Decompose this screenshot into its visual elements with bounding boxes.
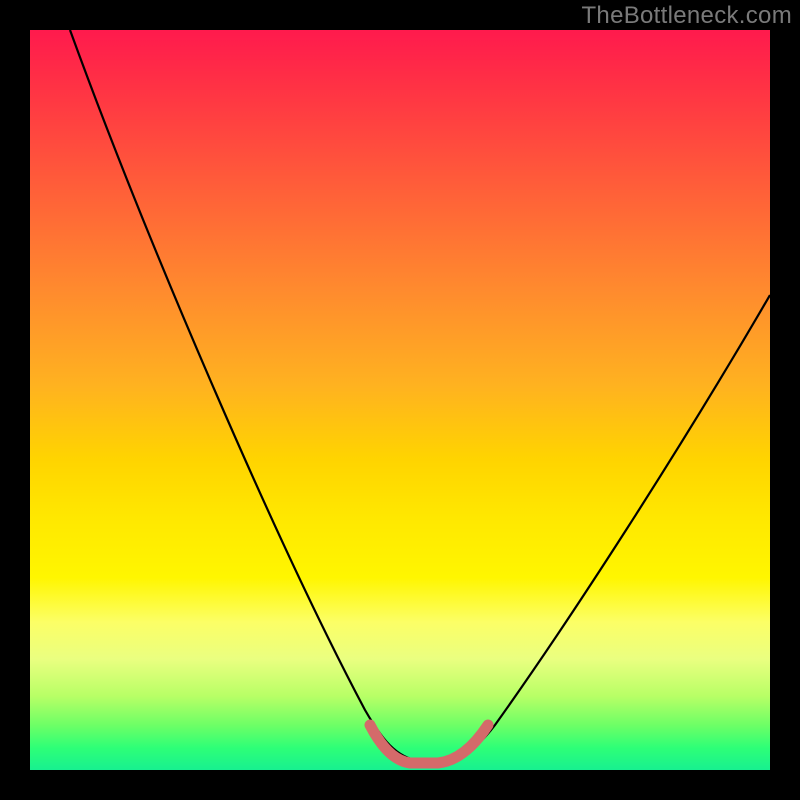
- chart-frame: TheBottleneck.com: [0, 0, 800, 800]
- curve-svg: [30, 30, 770, 770]
- watermark-text: TheBottleneck.com: [581, 2, 792, 30]
- optimal-zone: [370, 725, 488, 763]
- bottleneck-curve: [70, 30, 770, 762]
- plot-area: [30, 30, 770, 770]
